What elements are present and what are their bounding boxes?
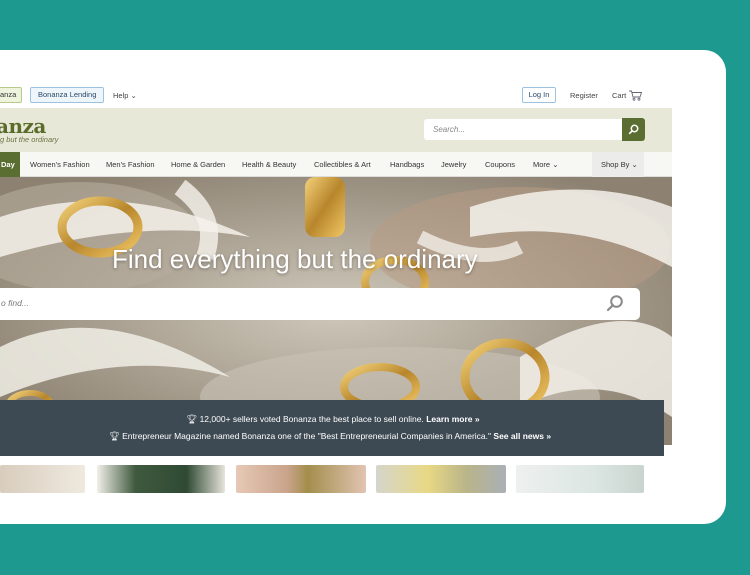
announcement-text-1: 12,000+ sellers voted Bonanza the best p… [199,414,424,424]
nav-item-health-beauty[interactable]: Health & Beauty [242,152,296,177]
chevron-down-icon: ⌄ [130,91,137,100]
see-all-news-link[interactable]: See all news » [493,431,551,441]
announcement-banner: 🏆︎ 12,000+ sellers voted Bonanza the bes… [0,400,664,456]
cart-label: Cart [612,91,627,100]
register-link[interactable]: Register [570,91,598,100]
announcement-line-1: 🏆︎ 12,000+ sellers voted Bonanza the bes… [33,414,633,425]
product-thumbnail[interactable] [376,465,506,493]
product-thumbnail[interactable] [0,465,85,493]
product-thumbnail[interactable] [97,465,225,493]
product-strip [0,465,672,495]
announcement-line-2: 🏆︎ Entrepreneur Magazine named Bonanza o… [0,431,662,442]
header-search-button[interactable] [622,118,645,141]
nav-more-label: More [533,160,551,169]
nav-item-coupons[interactable]: Coupons [485,152,515,177]
shop-by-menu[interactable]: Shop By ⌄ [592,152,644,177]
login-button[interactable]: Log In [522,87,556,103]
trophy-icon: 🏆︎ [108,431,120,441]
bonanza-site: anza Bonanza Lending Help ⌄ Log In Regis… [0,50,672,524]
nav-item-womens-fashion[interactable]: Women's Fashion [30,152,90,177]
cart-link[interactable]: Cart [612,90,643,101]
utility-bar: anza Bonanza Lending Help ⌄ Log In Regis… [0,50,672,106]
chevron-down-icon: ⌄ [631,160,638,169]
shop-by-label: Shop By [601,160,630,169]
nav-item-mens-fashion[interactable]: Men's Fashion [106,152,155,177]
chevron-down-icon: ⌄ [552,160,559,169]
browser-card: anza Bonanza Lending Help ⌄ Log In Regis… [0,50,726,524]
header-band: anza g but the ordinary Search... [0,108,672,152]
nav-item-home-garden[interactable]: Home & Garden [171,152,225,177]
cart-icon [629,90,643,101]
search-icon [628,124,639,135]
brand-pill[interactable]: anza [0,87,22,103]
header-search-input[interactable]: Search... [424,119,622,140]
hero-title: Find everything but the ordinary [112,244,478,274]
nav-item-collectibles-art[interactable]: Collectibles & Art [314,152,371,177]
nav-item-handbags[interactable]: Handbags [390,152,424,177]
hero-search-input[interactable]: o find... [0,288,640,320]
category-nav: Day Women's Fashion Men's Fashion Home &… [0,152,672,177]
trophy-icon: 🏆︎ [186,414,198,424]
help-label: Help [113,91,129,100]
announcement-text-2: Entrepreneur Magazine named Bonanza one … [122,431,492,441]
lending-pill[interactable]: Bonanza Lending [30,87,105,103]
nav-item-more[interactable]: More ⌄ [533,152,558,177]
product-thumbnail[interactable] [236,465,366,493]
nav-item-jewelry[interactable]: Jewelry [441,152,466,177]
help-menu[interactable]: Help ⌄ [113,91,137,100]
product-thumbnail[interactable] [516,465,644,493]
logo-tagline: g but the ordinary [0,135,59,144]
nav-item-day[interactable]: Day [0,152,20,177]
search-icon[interactable] [606,294,624,312]
learn-more-link[interactable]: Learn more » [426,414,479,424]
